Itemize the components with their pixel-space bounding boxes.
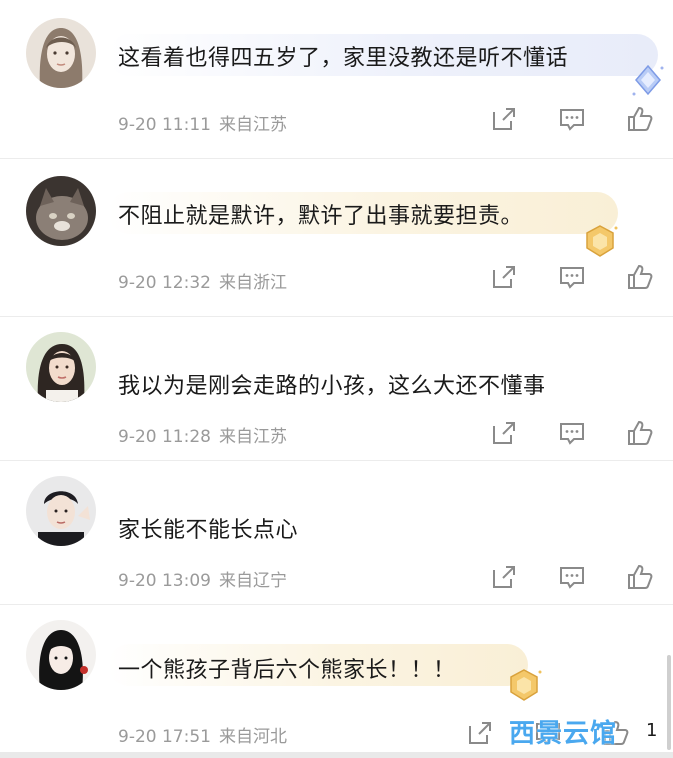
comment-icon <box>560 567 584 589</box>
comment-meta: 9-20 17:51 来自河北 <box>118 722 287 747</box>
scrollbar[interactable] <box>667 655 671 750</box>
reply-button[interactable] <box>557 418 587 448</box>
girl-sketch-avatar-icon <box>26 18 96 88</box>
comment-text: 不阻止就是默许，默许了出事就要担责。 <box>118 204 524 229</box>
like-button[interactable] <box>625 562 655 592</box>
avatar[interactable] <box>26 18 96 88</box>
comment-location: 来自江苏 <box>218 427 287 447</box>
gold-crest-badge-icon <box>586 225 618 257</box>
comment-date: 9-20 13:09 <box>118 571 211 591</box>
share-button[interactable] <box>489 562 519 592</box>
comment-item: 这看着也得四五岁了，家里没教还是听不懂话 9-20 11:11 来自江苏 <box>0 0 673 159</box>
avatar[interactable] <box>26 332 96 402</box>
share-icon <box>493 108 515 130</box>
avatar[interactable] <box>26 176 96 246</box>
share-button[interactable] <box>489 262 519 292</box>
share-icon <box>493 566 515 588</box>
comment-icon <box>560 423 584 445</box>
avatar[interactable] <box>26 476 96 546</box>
reply-button[interactable] <box>557 562 587 592</box>
comment-icon <box>560 109 584 131</box>
share-button[interactable] <box>465 718 495 748</box>
comment-text: 一个熊孩子背后六个熊家长！！！ <box>118 658 456 683</box>
share-button[interactable] <box>489 418 519 448</box>
like-icon <box>628 106 653 131</box>
comment-meta: 9-20 11:11 来自江苏 <box>118 110 287 135</box>
comment-date: 9-20 11:11 <box>118 115 211 135</box>
share-button[interactable] <box>489 104 519 134</box>
comment-text: 我以为是刚会走路的小孩，这么大还不懂事 <box>118 374 546 399</box>
comment-item: 不阻止就是默许，默许了出事就要担责。 9-20 12:32 来自浙江 <box>0 158 673 317</box>
comment-date: 9-20 17:51 <box>118 727 211 747</box>
anime-girl-avatar-icon <box>26 620 96 690</box>
comment-location: 来自浙江 <box>218 273 287 293</box>
comment-date: 9-20 12:32 <box>118 273 211 293</box>
comment-item: 家长能不能长点心 9-20 13:09 来自辽宁 <box>0 460 673 605</box>
like-count: 1 <box>646 720 658 741</box>
bottom-edge <box>0 752 673 758</box>
cat-avatar-icon <box>26 176 96 246</box>
like-icon <box>628 264 653 289</box>
comment-icon <box>560 267 584 289</box>
comment-meta: 9-20 13:09 来自辽宁 <box>118 566 287 591</box>
comment-meta: 9-20 11:28 来自江苏 <box>118 422 287 447</box>
comment-meta: 9-20 12:32 来自浙江 <box>118 268 287 293</box>
comment-location: 来自河北 <box>218 727 287 747</box>
gold-crest-badge-icon <box>510 669 542 701</box>
like-button[interactable] <box>625 104 655 134</box>
like-button[interactable] <box>625 418 655 448</box>
diamond-badge-icon <box>632 64 664 96</box>
comment-actions <box>489 104 655 134</box>
like-icon <box>628 420 653 445</box>
man-photo-avatar-icon <box>26 476 96 546</box>
comment-actions <box>489 262 655 292</box>
share-icon <box>469 722 491 744</box>
avatar[interactable] <box>26 620 96 690</box>
like-icon <box>628 564 653 589</box>
woman-photo-avatar-icon <box>26 332 96 402</box>
like-button[interactable] <box>625 262 655 292</box>
comment-actions <box>489 562 655 592</box>
share-icon <box>493 422 515 444</box>
comment-date: 9-20 11:28 <box>118 427 211 447</box>
comment-location: 来自辽宁 <box>218 571 287 591</box>
comment-text: 家长能不能长点心 <box>118 518 299 543</box>
comment-location: 来自江苏 <box>218 115 287 135</box>
watermark: 西景云馆 <box>508 719 617 749</box>
comment-actions <box>489 418 655 448</box>
reply-button[interactable] <box>557 262 587 292</box>
comment-item: 我以为是刚会走路的小孩，这么大还不懂事 9-20 11:28 来自江苏 <box>0 316 673 461</box>
comment-text: 这看着也得四五岁了，家里没教还是听不懂话 <box>118 46 569 71</box>
share-icon <box>493 266 515 288</box>
reply-button[interactable] <box>557 104 587 134</box>
